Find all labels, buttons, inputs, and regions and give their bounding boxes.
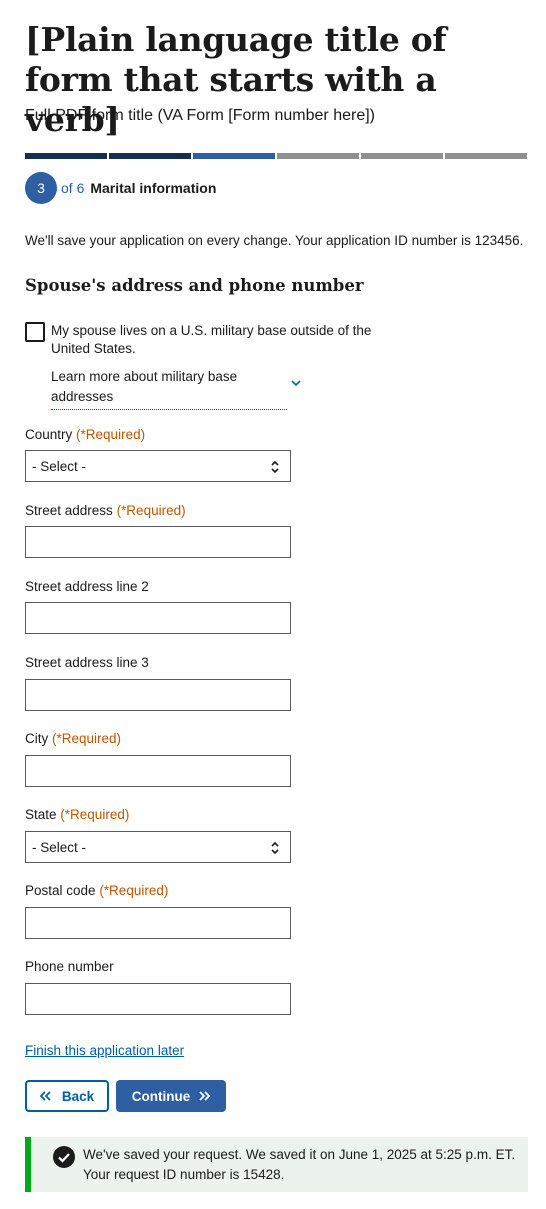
section-heading: Spouse's address and phone number xyxy=(25,276,364,295)
required-marker: (*Required) xyxy=(76,427,146,442)
double-chevron-right-icon xyxy=(199,1091,211,1101)
required-marker: (*Required) xyxy=(60,807,130,822)
alert-message: We've saved your request. We saved it on… xyxy=(83,1147,516,1182)
city-input[interactable] xyxy=(25,755,291,787)
progress-segment-3 xyxy=(193,153,275,159)
continue-button[interactable]: Continue xyxy=(116,1080,226,1112)
success-alert: We've saved your request. We saved it on… xyxy=(25,1137,528,1192)
military-base-checkbox[interactable] xyxy=(25,322,45,342)
country-select[interactable]: - Select - xyxy=(25,450,291,482)
select-arrows-icon xyxy=(271,460,279,474)
street-address-label: Street address (*Required) xyxy=(25,503,186,518)
progress-bar xyxy=(25,153,527,159)
military-base-checkbox-row[interactable]: My spouse lives on a U.S. military base … xyxy=(25,322,401,358)
military-base-checkbox-label[interactable]: My spouse lives on a U.S. military base … xyxy=(51,322,401,358)
postal-code-input[interactable] xyxy=(25,907,291,939)
progress-segment-6 xyxy=(445,153,527,159)
state-select-value: - Select - xyxy=(32,840,87,855)
phone-number-label: Phone number xyxy=(25,959,114,974)
select-arrows-icon xyxy=(271,841,279,855)
chevron-down-icon[interactable] xyxy=(290,378,302,388)
step-indicator: 3 of 6 Marital information xyxy=(25,172,216,204)
learn-more-disclosure[interactable]: Learn more about military base addresses xyxy=(51,367,301,410)
form-subtitle: Full PDF form title (VA Form [Form numbe… xyxy=(25,107,375,124)
back-button-label: Back xyxy=(61,1088,95,1104)
back-button[interactable]: Back xyxy=(25,1080,109,1112)
progress-segment-1 xyxy=(25,153,107,159)
required-marker: (*Required) xyxy=(99,883,169,898)
street-address-3-label: Street address line 3 xyxy=(25,655,149,670)
save-note: We'll save your application on every cha… xyxy=(25,233,524,248)
step-name: Marital information xyxy=(90,180,217,196)
progress-segment-4 xyxy=(277,153,359,159)
street-address-input[interactable] xyxy=(25,526,291,558)
city-label: City (*Required) xyxy=(25,731,122,746)
required-marker: (*Required) xyxy=(52,731,122,746)
required-marker: (*Required) xyxy=(116,503,186,518)
step-of-total: of 6 xyxy=(61,180,85,196)
street-address-3-input[interactable] xyxy=(25,679,291,711)
postal-code-label: Postal code (*Required) xyxy=(25,883,169,898)
street-address-2-input[interactable] xyxy=(25,602,291,634)
double-chevron-left-icon xyxy=(39,1091,51,1101)
continue-button-label: Continue xyxy=(131,1088,191,1104)
state-select[interactable]: - Select - xyxy=(25,831,291,863)
progress-segment-2 xyxy=(109,153,191,159)
progress-segment-5 xyxy=(361,153,443,159)
learn-more-label[interactable]: Learn more about military base addresses xyxy=(51,367,287,410)
step-number: 3 xyxy=(25,172,57,204)
country-label: Country (*Required) xyxy=(25,427,146,442)
finish-later-link[interactable]: Finish this application later xyxy=(25,1042,184,1060)
check-circle-icon xyxy=(53,1146,75,1168)
phone-number-input[interactable] xyxy=(25,983,291,1015)
street-address-2-label: Street address line 2 xyxy=(25,579,149,594)
country-select-value: - Select - xyxy=(32,459,87,474)
state-label: State (*Required) xyxy=(25,807,130,822)
